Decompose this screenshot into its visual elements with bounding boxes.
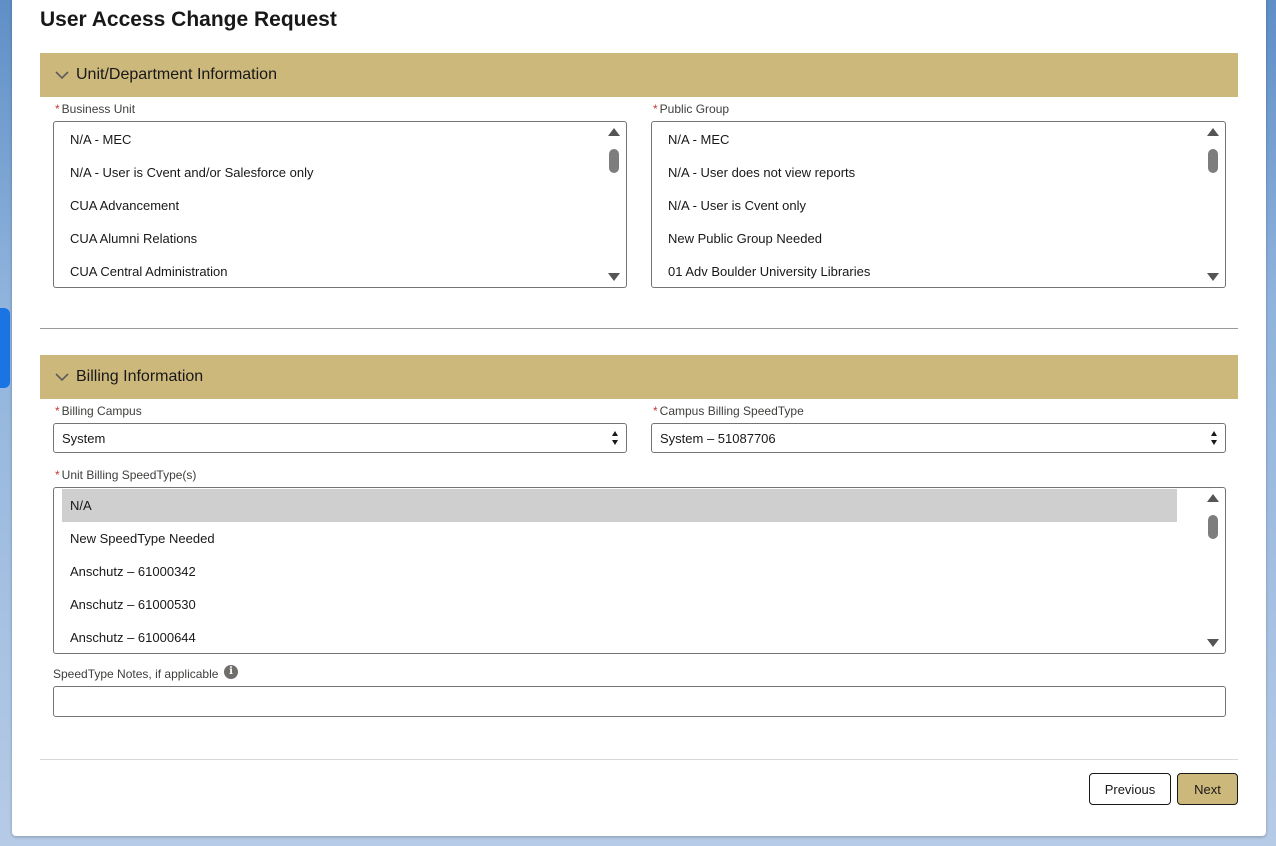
list-option[interactable]: N/A - User does not view reports [652, 156, 1225, 189]
campus-speedtype-label-text: Campus Billing SpeedType [659, 404, 804, 418]
previous-button[interactable]: Previous [1089, 773, 1171, 805]
unit-speedtype-label: * Unit Billing SpeedType(s) [55, 468, 196, 482]
scroll-up-icon[interactable] [1207, 494, 1219, 502]
list-option[interactable]: Anschutz – 61000342 [54, 555, 1225, 588]
info-icon[interactable]: i [224, 665, 238, 679]
section-header-billing[interactable]: Billing Information [40, 355, 1238, 399]
chevron-down-icon[interactable] [52, 65, 72, 85]
scroll-up-icon[interactable] [608, 128, 620, 136]
required-marker: * [55, 468, 60, 482]
section-title-unit: Unit/Department Information [76, 66, 277, 83]
list-option[interactable]: New SpeedType Needed [54, 522, 1225, 555]
section-divider [40, 328, 1238, 329]
chevron-down-icon[interactable] [52, 367, 72, 387]
page-title: User Access Change Request [40, 8, 337, 31]
list-option[interactable]: New Public Group Needed [652, 222, 1225, 255]
select-arrows-icon [1211, 431, 1219, 447]
list-option[interactable]: N/A - User is Cvent and/or Salesforce on… [54, 156, 626, 189]
list-option[interactable]: CUA Alumni Relations [54, 222, 626, 255]
scroll-down-icon[interactable] [1207, 273, 1219, 281]
list-option[interactable]: Anschutz – 61000530 [54, 588, 1225, 621]
billing-campus-label-text: Billing Campus [61, 404, 142, 418]
speedtype-notes-input[interactable] [53, 686, 1226, 717]
campus-speedtype-label: * Campus Billing SpeedType [653, 404, 804, 418]
business-unit-label-text: Business Unit [61, 102, 136, 116]
scroll-thumb[interactable] [1208, 149, 1218, 173]
campus-speedtype-value: System – 51087706 [660, 431, 776, 446]
business-unit-label: * Business Unit [55, 102, 135, 116]
public-group-label-text: Public Group [659, 102, 730, 116]
section-title-billing: Billing Information [76, 368, 204, 385]
list-option-selected[interactable]: N/A [62, 489, 1177, 522]
scrollbar[interactable] [1205, 492, 1221, 649]
scroll-thumb[interactable] [1208, 515, 1218, 539]
scroll-down-icon[interactable] [1207, 639, 1219, 647]
campus-speedtype-select[interactable]: System – 51087706 [651, 423, 1226, 453]
scrollbar[interactable] [1205, 126, 1221, 283]
business-unit-listbox[interactable]: N/A - MEC N/A - User is Cvent and/or Sal… [53, 121, 627, 288]
speedtype-notes-label: SpeedType Notes, if applicable [53, 667, 219, 681]
scroll-up-icon[interactable] [1207, 128, 1219, 136]
footer-divider [40, 759, 1238, 760]
billing-campus-select[interactable]: System [53, 423, 627, 453]
required-marker: * [653, 102, 658, 116]
scroll-down-icon[interactable] [608, 273, 620, 281]
required-marker: * [653, 404, 658, 418]
list-option[interactable]: CUA Central Administration [54, 255, 626, 287]
select-arrows-icon [612, 431, 620, 447]
scrollbar[interactable] [606, 126, 622, 283]
required-marker: * [55, 102, 60, 116]
required-marker: * [55, 404, 60, 418]
public-group-listbox[interactable]: N/A - MEC N/A - User does not view repor… [651, 121, 1226, 288]
side-panel-tab[interactable] [0, 308, 10, 388]
list-option[interactable]: Anschutz – 61000644 [54, 621, 1225, 653]
list-option[interactable]: N/A - MEC [54, 123, 626, 156]
section-header-unit[interactable]: Unit/Department Information [40, 53, 1238, 97]
billing-campus-value: System [62, 431, 106, 446]
unit-speedtype-label-text: Unit Billing SpeedType(s) [61, 468, 197, 482]
list-option[interactable]: CUA Advancement [54, 189, 626, 222]
next-button[interactable]: Next [1177, 773, 1238, 805]
list-option[interactable]: N/A - MEC [652, 123, 1225, 156]
form-card: User Access Change Request Unit/Departme… [12, 0, 1266, 836]
scroll-thumb[interactable] [609, 149, 619, 173]
list-option[interactable]: 01 Adv Boulder University Libraries [652, 255, 1225, 287]
billing-campus-label: * Billing Campus [55, 404, 142, 418]
public-group-label: * Public Group [653, 102, 729, 116]
unit-speedtype-listbox[interactable]: N/A New SpeedType Needed Anschutz – 6100… [53, 487, 1226, 654]
list-option[interactable]: N/A - User is Cvent only [652, 189, 1225, 222]
